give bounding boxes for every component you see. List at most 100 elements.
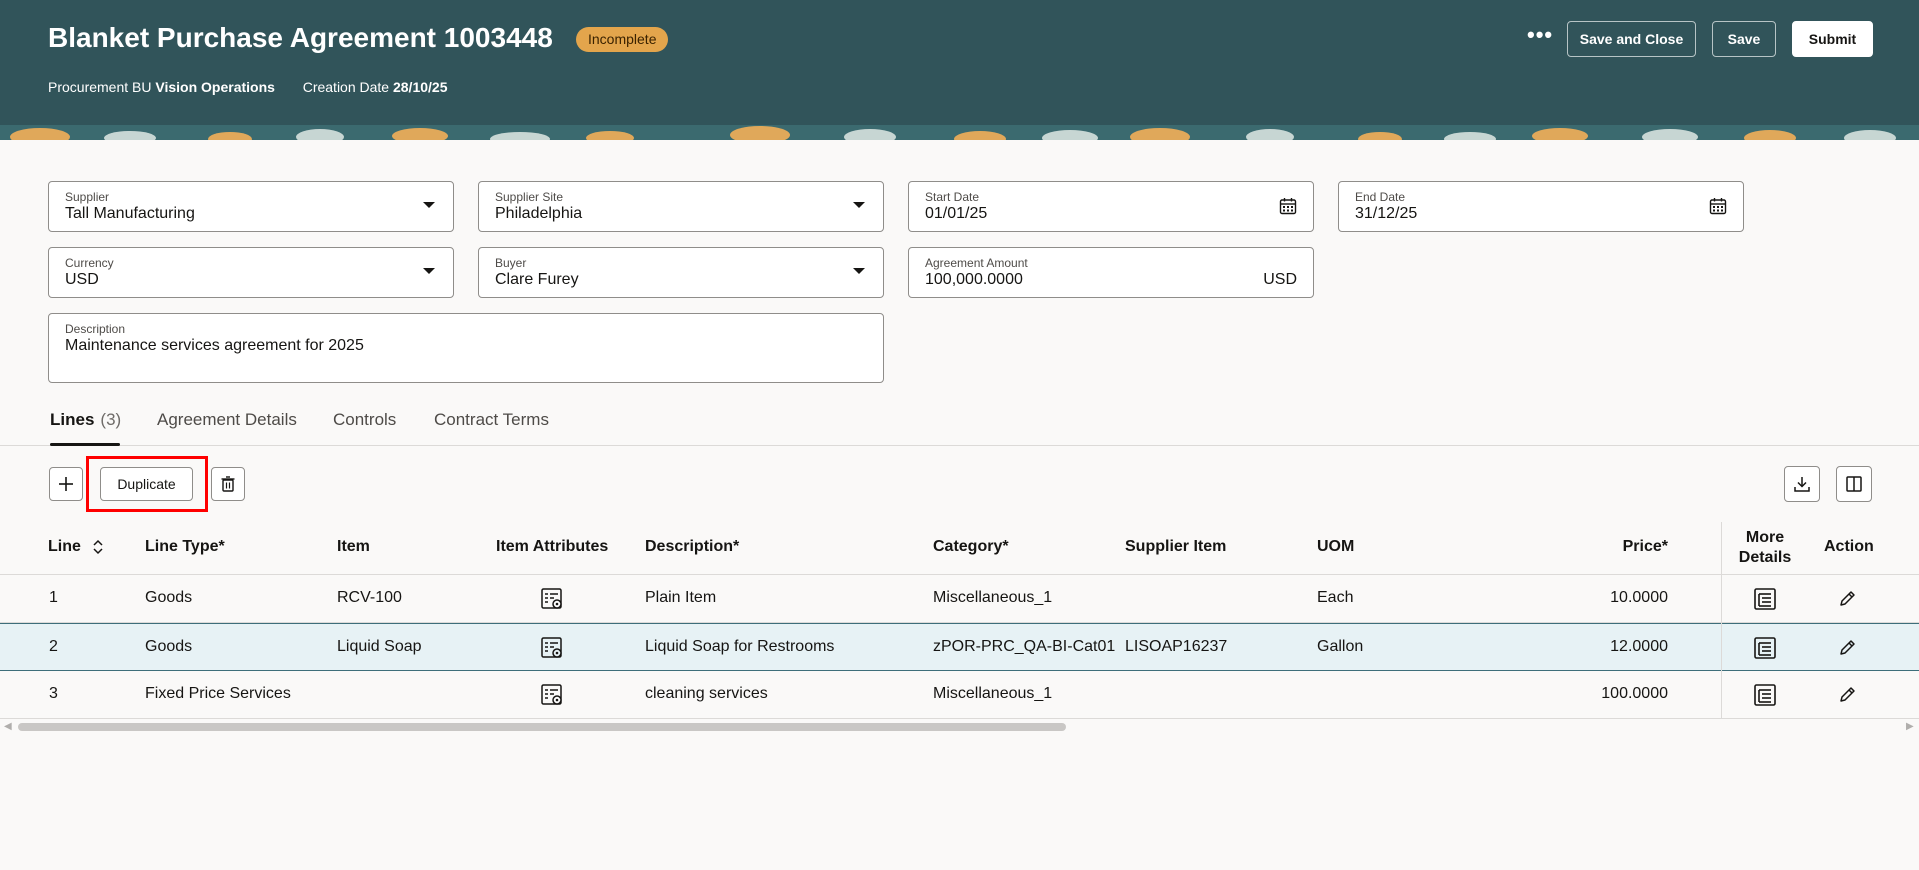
creation-date-value: 28/10/25 <box>392 79 448 95</box>
start-date-label: Start Date <box>925 190 980 204</box>
col-more-details-line2: Details <box>1738 549 1792 566</box>
description-field[interactable]: Description Maintenance services agreeme… <box>48 313 884 383</box>
edit-icon[interactable] <box>1838 684 1858 704</box>
details-icon[interactable] <box>1753 683 1777 707</box>
start-date-field[interactable]: Start Date 01/01/25 <box>908 181 1314 232</box>
cell-category: zPOR-PRC_QA-BI-Cat01 <box>933 638 1116 655</box>
cell-line-type: Goods <box>145 589 193 606</box>
col-category[interactable]: Category* <box>933 538 1009 556</box>
currency-field[interactable]: Currency USD <box>48 247 454 298</box>
cell-line-type: Goods <box>145 638 193 655</box>
supplier-site-value: Philadelphia <box>495 205 583 222</box>
agreement-amount-value: 100,000.0000 <box>925 271 1023 288</box>
supplier-site-label: Supplier Site <box>495 190 564 204</box>
chevron-down-icon[interactable] <box>423 202 435 208</box>
tab-lines[interactable]: Lines (3) <box>50 410 121 446</box>
buyer-label: Buyer <box>495 256 527 270</box>
buyer-field[interactable]: Buyer Clare Furey <box>478 247 884 298</box>
chevron-down-icon[interactable] <box>423 268 435 274</box>
more-horizontal-icon[interactable]: ••• <box>1527 24 1552 53</box>
page-header: Blanket Purchase Agreement 1003448 Incom… <box>0 0 1919 140</box>
cell-uom: Each <box>1317 589 1354 606</box>
calendar-icon[interactable] <box>1279 197 1297 215</box>
item-attributes-icon[interactable] <box>540 587 564 611</box>
cell-line: 3 <box>49 685 58 702</box>
col-uom[interactable]: UOM <box>1317 538 1354 556</box>
col-item[interactable]: Item <box>337 538 370 556</box>
end-date-field[interactable]: End Date 31/12/25 <box>1338 181 1744 232</box>
save-button[interactable]: Save <box>1712 21 1776 57</box>
cell-line: 2 <box>49 638 58 655</box>
col-action[interactable]: Action <box>1824 538 1874 556</box>
creation-date-label: Creation Date <box>302 79 390 95</box>
cell-description: cleaning services <box>645 685 768 702</box>
agreement-amount-field[interactable]: Agreement Amount 100,000.0000 USD <box>908 247 1314 298</box>
col-item-attributes[interactable]: Item Attributes <box>496 538 608 556</box>
tab-bar: Lines (3) Agreement Details Controls Cont… <box>0 400 1919 446</box>
supplier-site-field[interactable]: Supplier Site Philadelphia <box>478 181 884 232</box>
col-description[interactable]: Description* <box>645 538 739 556</box>
delete-line-button[interactable] <box>211 467 245 501</box>
export-button[interactable] <box>1784 466 1820 502</box>
tab-controls[interactable]: Controls <box>333 410 396 446</box>
edit-icon[interactable] <box>1838 588 1858 608</box>
table-row[interactable]: 3 Fixed Price Services cleaning services… <box>0 671 1919 719</box>
agreement-amount-label: Agreement Amount <box>925 256 1028 270</box>
supplier-field[interactable]: Supplier Tall Manufacturing <box>48 181 454 232</box>
tab-contract-terms[interactable]: Contract Terms <box>434 410 549 446</box>
item-attributes-icon[interactable] <box>540 683 564 707</box>
table-header: Line Line Type* Item Item Attributes Des… <box>0 522 1919 575</box>
column-divider <box>1721 522 1722 719</box>
end-date-label: End Date <box>1355 190 1406 204</box>
cell-item: RCV-100 <box>337 589 402 606</box>
cell-description: Liquid Soap for Restrooms <box>645 638 835 655</box>
trash-icon <box>221 476 235 492</box>
cell-line-type: Fixed Price Services <box>145 685 291 702</box>
page-title: Blanket Purchase Agreement 1003448 <box>48 22 553 53</box>
scroll-right-icon[interactable]: ▶ <box>1906 721 1914 732</box>
cell-price: 100.0000 <box>1601 685 1668 702</box>
calendar-icon[interactable] <box>1709 197 1727 215</box>
details-icon[interactable] <box>1753 587 1777 611</box>
cell-line: 1 <box>49 589 58 606</box>
start-date-value: 01/01/25 <box>925 205 988 222</box>
col-more-details-line1: More <box>1745 529 1785 546</box>
chevron-down-icon[interactable] <box>853 202 865 208</box>
description-value: Maintenance services agreement for 2025 <box>65 337 364 354</box>
col-line[interactable]: Line <box>48 538 103 556</box>
cell-category: Miscellaneous_1 <box>933 589 1053 606</box>
tab-agreement-details[interactable]: Agreement Details <box>157 410 297 446</box>
agreement-amount-currency: USD <box>1263 271 1297 288</box>
add-line-button[interactable] <box>49 467 83 501</box>
col-price[interactable]: Price* <box>1620 538 1668 556</box>
edit-icon[interactable] <box>1838 637 1858 657</box>
cell-price: 12.0000 <box>1610 638 1668 655</box>
col-line-label: Line <box>48 538 81 555</box>
details-icon[interactable] <box>1753 636 1777 660</box>
status-badge: Incomplete <box>576 27 669 52</box>
item-attributes-icon[interactable] <box>540 636 564 660</box>
columns-button[interactable] <box>1836 466 1872 502</box>
cell-price: 10.0000 <box>1610 589 1668 606</box>
tab-lines-label: Lines <box>50 410 95 429</box>
columns-icon <box>1846 476 1862 492</box>
submit-button[interactable]: Submit <box>1792 21 1873 57</box>
col-line-type[interactable]: Line Type* <box>145 538 225 556</box>
header-meta: Procurement BU Vision Operations Creatio… <box>48 79 447 95</box>
sort-icon[interactable] <box>92 539 104 555</box>
table-row[interactable]: 1 Goods RCV-100 Plain Item Miscellaneous… <box>0 575 1919 623</box>
chevron-down-icon[interactable] <box>853 268 865 274</box>
currency-value: USD <box>65 271 99 288</box>
bu-label: Procurement BU <box>48 79 152 95</box>
horizontal-scrollbar[interactable] <box>18 723 1066 731</box>
scroll-left-icon[interactable]: ◀ <box>4 721 12 732</box>
cell-category: Miscellaneous_1 <box>933 685 1053 702</box>
cell-item: Liquid Soap <box>337 638 422 655</box>
col-more-details[interactable]: More Details <box>1722 528 1808 568</box>
save-and-close-button[interactable]: Save and Close <box>1567 21 1696 57</box>
cell-description: Plain Item <box>645 589 717 606</box>
description-label: Description <box>65 322 126 336</box>
col-supplier-item[interactable]: Supplier Item <box>1125 538 1226 556</box>
table-row[interactable]: 2 Goods Liquid Soap Liquid Soap for Rest… <box>0 623 1919 671</box>
end-date-value: 31/12/25 <box>1355 205 1418 222</box>
